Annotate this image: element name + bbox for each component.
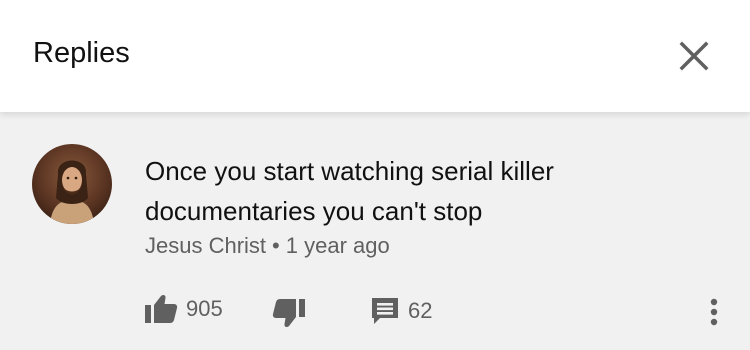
avatar-portrait-icon: [32, 144, 112, 224]
author-name[interactable]: Jesus Christ: [145, 233, 266, 258]
comment-icon: [372, 298, 398, 324]
close-button[interactable]: [668, 30, 720, 82]
page-title: Replies: [33, 37, 130, 69]
like-button[interactable]: 905: [144, 294, 223, 324]
comment-timestamp[interactable]: 1 year ago: [286, 233, 390, 258]
comment-text: Once you start watching serial killer do…: [145, 156, 554, 226]
dislike-button[interactable]: [272, 298, 306, 328]
comment-meta: Jesus Christ • 1 year ago: [145, 232, 390, 260]
like-count: 905: [186, 296, 223, 321]
reply-button[interactable]: 62: [370, 296, 432, 326]
thumbs-up-icon: [145, 294, 178, 323]
close-icon: [679, 41, 709, 71]
comment-actions: 905 62: [0, 284, 750, 336]
meta-separator: •: [272, 233, 280, 258]
more-vertical-icon: [710, 298, 718, 326]
comment: Once you start watching serial killer do…: [0, 112, 750, 350]
thumbs-down-icon: [272, 299, 305, 328]
replies-header: Replies: [0, 0, 750, 112]
reply-count: 62: [408, 298, 433, 323]
avatar[interactable]: [32, 144, 112, 224]
more-options-button[interactable]: [700, 294, 728, 330]
replies-panel: Replies Once you start watching serial k…: [0, 0, 750, 350]
